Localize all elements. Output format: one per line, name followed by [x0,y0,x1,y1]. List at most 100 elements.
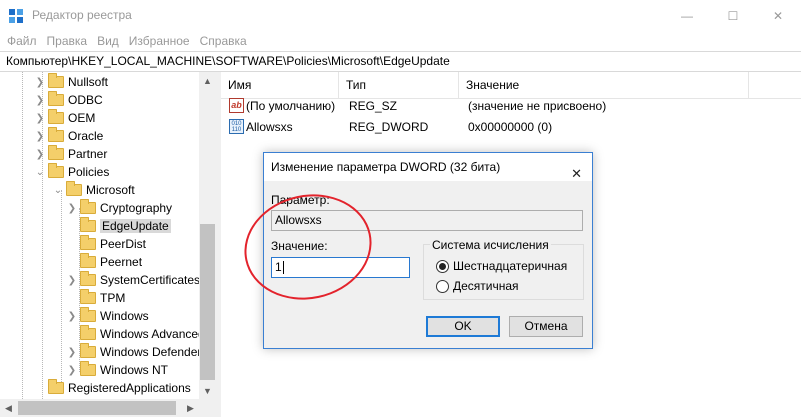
tree-item-windows[interactable]: ❯ Windows [66,307,149,325]
cancel-button[interactable]: Отмена [509,316,583,337]
close-button[interactable]: ✕ [755,0,801,31]
folder-icon [48,109,64,124]
title-bar: Редактор реестра — ☐ ✕ [0,0,801,31]
chevron-right-icon[interactable]: ❯ [34,109,46,127]
address-bar[interactable]: Компьютер\HKEY_LOCAL_MACHINE\SOFTWARE\Po… [0,51,801,72]
tree-item-edgeupdate[interactable]: EdgeUpdate [66,217,171,235]
folder-open-icon [66,181,82,196]
tree-guide-line [61,190,62,390]
tree-item-label: Cryptography [100,201,173,215]
tree-item-tpm[interactable]: TPM [66,289,125,307]
registry-tree[interactable]: ❯ Nullsoft ❯ ODBC ❯ OEM ❯ Oracle ❯ Partner ⌄ P… [0,72,216,399]
tree-item-windows-defender[interactable]: ❯ Windows Defender [66,343,201,361]
radio-checked-icon[interactable] [436,259,449,273]
radio-dec-label: Десятичная [453,279,519,293]
tree-item-peernet[interactable]: Peernet [66,253,142,271]
radio-decimal[interactable]: Десятичная [436,279,519,293]
menu-view[interactable]: Вид [92,34,124,48]
row-name: Allowsxs [246,120,293,134]
tree-item-label: Peernet [100,255,143,269]
maximize-button[interactable]: ☐ [710,0,756,31]
folder-icon [80,271,96,286]
list-row[interactable]: 010 110 Allowsxs REG_DWORD 0x00000000 (0… [221,118,801,136]
tree-item-peerdist[interactable]: PeerDist [66,235,146,253]
chevron-right-icon[interactable]: ❯ [34,73,46,91]
tree-guide-line [22,72,23,399]
tree-item-nullsoft[interactable]: ❯ Nullsoft [34,73,108,91]
radio-hex-label: Шестнадцатеричная [453,259,568,273]
chevron-right-icon[interactable]: ❯ [66,271,78,289]
scroll-down-icon[interactable]: ▼ [199,382,216,399]
row-value: 0x00000000 (0) [468,120,553,134]
column-header-name[interactable]: Имя [221,72,339,99]
folder-icon [48,145,64,160]
folder-icon [80,235,96,250]
chevron-right-icon[interactable]: ❯ [66,199,78,217]
ok-button[interactable]: OK [426,316,500,337]
tree-item-label: Windows NT [100,363,169,377]
tree-item-oracle[interactable]: ❯ Oracle [34,127,103,145]
menu-favorites[interactable]: Избранное [124,34,195,48]
tree-vertical-scrollbar[interactable]: ▲ ▼ [199,72,216,399]
folder-icon [80,199,96,214]
list-row[interactable]: ab (По умолчанию) REG_SZ (значение не пр… [221,97,801,115]
scrollbar-thumb[interactable] [200,224,215,380]
chevron-down-icon[interactable]: ⌄ [52,181,64,199]
column-header-value[interactable]: Значение [459,72,749,99]
tree-item-registeredapplications[interactable]: RegisteredApplications [34,379,191,397]
folder-icon [80,289,96,304]
chevron-right-icon[interactable]: ❯ [34,127,46,145]
tree-item-label: Nullsoft [68,75,109,89]
chevron-right-icon[interactable]: ❯ [66,343,78,361]
tree-item-partner[interactable]: ❯ Partner [34,145,107,163]
folder-icon [80,253,96,268]
folder-icon [80,217,96,232]
string-value-icon: ab [229,98,244,113]
folder-icon [80,325,96,340]
tree-item-cryptography[interactable]: ❯ Cryptography [66,199,172,217]
chevron-down-icon[interactable]: ⌄ [34,163,46,181]
registry-editor-app-icon [9,9,23,23]
folder-icon [48,73,64,88]
menu-help[interactable]: Справка [195,34,252,48]
tree-item-microsoft[interactable]: ⌄ Microsoft [52,181,135,199]
tree-item-systemcertificates[interactable]: ❯ SystemCertificates [66,271,200,289]
folder-open-icon [48,163,64,178]
tree-item-label: Microsoft [86,183,135,197]
radio-hexadecimal[interactable]: Шестнадцатеричная [436,259,567,273]
column-header-type[interactable]: Тип [339,72,459,99]
radio-unchecked-icon[interactable] [436,279,449,293]
chevron-right-icon[interactable]: ❯ [34,91,46,109]
menu-file[interactable]: Файл [0,34,42,48]
tree-item-label: Windows [100,309,149,323]
close-icon[interactable]: ✕ [571,160,582,188]
scroll-right-icon[interactable]: ▶ [182,399,199,417]
tree-item-windows-advanced[interactable]: Windows Advanced [66,325,205,343]
menu-bar: Файл Правка Вид Избранное Справка [0,31,801,51]
chevron-right-icon[interactable]: ❯ [34,145,46,163]
tree-item-windows-nt[interactable]: ❯ Windows NT [66,361,168,379]
row-name: (По умолчанию) [246,99,336,113]
close-icon: ✕ [772,8,784,23]
chevron-right-icon[interactable]: ❯ [66,307,78,325]
folder-icon [80,343,96,358]
scroll-up-icon[interactable]: ▲ [199,72,216,89]
scroll-left-icon[interactable]: ◀ [0,399,17,417]
chevron-right-icon[interactable]: ❯ [66,361,78,379]
number-base-label: Система исчисления [430,238,551,252]
minimize-button[interactable]: — [664,0,710,31]
tree-item-label: Policies [68,165,110,179]
tree-item-oem[interactable]: ❯ OEM [34,109,95,127]
scrollbar-thumb[interactable] [18,401,176,415]
tree-item-policies[interactable]: ⌄ Policies [34,163,109,181]
tree-item-odbc[interactable]: ❯ ODBC [34,91,103,109]
menu-edit[interactable]: Правка [42,34,93,48]
tree-item-label: Windows Defender [100,345,202,359]
binary-value-icon: 010 110 [229,119,244,134]
tree-horizontal-scrollbar[interactable]: ◀ ▶ [0,399,216,417]
tree-item-label: EdgeUpdate [100,219,171,233]
tree-item-label: PeerDist [100,237,147,251]
folder-icon [80,307,96,322]
dialog-title: Изменение параметра DWORD (32 бита) [271,160,501,174]
row-type: REG_DWORD [349,120,429,134]
